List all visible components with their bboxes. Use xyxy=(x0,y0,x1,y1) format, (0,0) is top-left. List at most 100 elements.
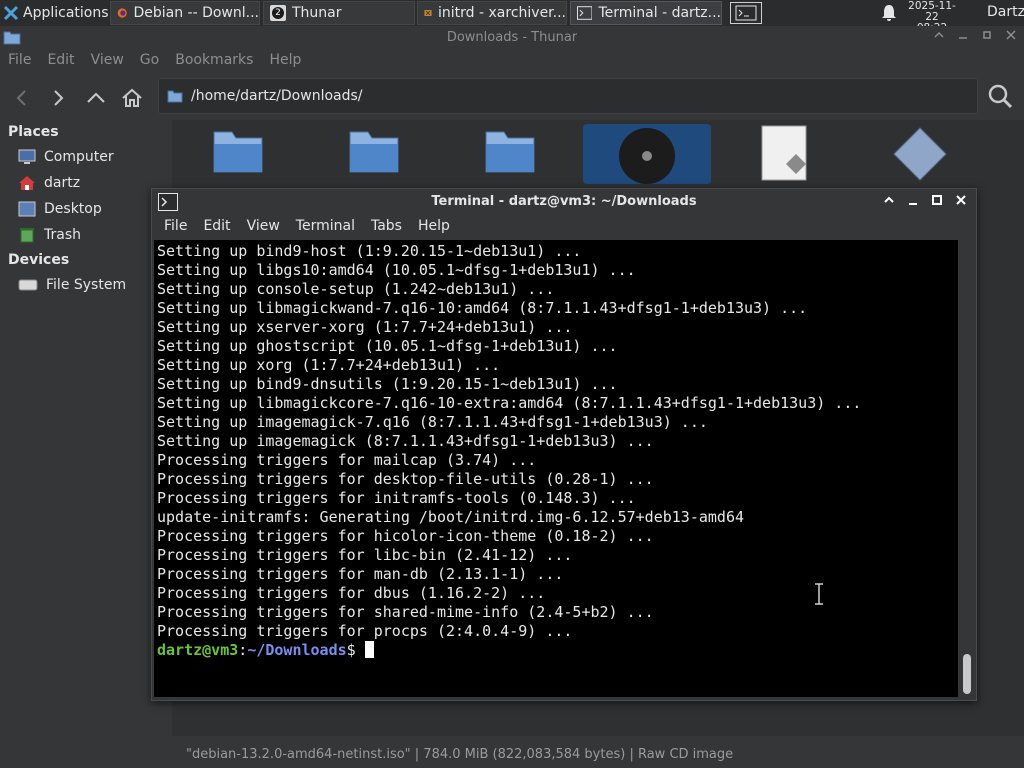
prompt-separator: : xyxy=(238,641,248,659)
task-count-badge: 2 xyxy=(272,7,284,19)
status-bar: "debian-13.2.0-amd64-netinst.iso" | 784.… xyxy=(186,747,734,762)
sidebar-item-trash[interactable]: Trash xyxy=(0,222,170,248)
maximize-icon[interactable] xyxy=(980,28,994,42)
menu-file[interactable]: File xyxy=(0,52,39,74)
home-folder-icon xyxy=(19,176,35,190)
menu-help[interactable]: Help xyxy=(410,218,458,234)
user-menu[interactable]: Dartz xyxy=(987,4,1024,20)
terminal-line: Setting up console-setup (1.242~deb13u1)… xyxy=(157,280,555,298)
terminal-launcher-button[interactable] xyxy=(730,2,762,24)
terminal-scrollbar[interactable] xyxy=(960,240,974,697)
menu-file[interactable]: File xyxy=(156,218,195,234)
close-icon[interactable] xyxy=(954,193,968,207)
terminal-line: Processing triggers for dbus (1.16.2-2) … xyxy=(157,584,546,602)
menu-edit[interactable]: Edit xyxy=(39,52,82,74)
task-xarchiver[interactable]: initrd - xarchiver... xyxy=(417,1,567,25)
terminal-output[interactable]: Setting up bind9-host (1:9.20.15-1~deb13… xyxy=(154,240,958,697)
thunar-titlebar: Downloads - Thunar xyxy=(0,26,1024,50)
applications-menu-button[interactable]: Applications xyxy=(0,0,110,26)
task-label: initrd - xarchiver... xyxy=(438,5,566,21)
forward-button[interactable] xyxy=(44,84,72,112)
home-button[interactable] xyxy=(118,84,146,112)
minimize-icon[interactable] xyxy=(956,28,970,42)
menu-go[interactable]: Go xyxy=(132,52,167,74)
terminal-line: Processing triggers for hicolor-icon-the… xyxy=(157,527,654,545)
drive-icon xyxy=(18,279,38,291)
terminal-line: Processing triggers for man-db (2.13.1-1… xyxy=(157,565,564,583)
file-item[interactable] xyxy=(310,124,438,184)
minimize-icon[interactable] xyxy=(906,193,920,207)
package-file-icon xyxy=(893,127,947,181)
trash-icon xyxy=(20,228,34,243)
sidebar-item-desktop[interactable]: Desktop xyxy=(0,196,170,222)
file-item-selected-iso[interactable] xyxy=(583,124,711,184)
terminal-line: Setting up ghostscript (10.05.1~dfsg-1+d… xyxy=(157,337,618,355)
sidebar: Places Computer dartz Desktop Trash Devi… xyxy=(0,120,170,736)
location-bar[interactable]: /home/dartz/Downloads/ xyxy=(158,78,978,114)
disc-image-icon xyxy=(619,128,675,184)
maximize-icon[interactable] xyxy=(930,193,944,207)
menu-edit[interactable]: Edit xyxy=(195,218,238,234)
folder-icon xyxy=(485,131,535,173)
task-thunar[interactable]: 2 Thunar xyxy=(263,1,415,25)
terminal-line: Processing triggers for initramfs-tools … xyxy=(157,489,636,507)
prompt-path: ~/Downloads xyxy=(247,641,347,659)
terminal-line: Setting up libgs10:amd64 (10.05.1~dfsg-1… xyxy=(157,261,636,279)
terminal-titlebar[interactable]: Terminal - dartz@vm3: ~/Downloads xyxy=(152,189,976,215)
terminal-launcher-icon xyxy=(735,5,757,21)
terminal-window-controls xyxy=(882,193,968,207)
terminal-line: Setting up xserver-xorg (1:7.7+24+deb13u… xyxy=(157,318,573,336)
back-button[interactable] xyxy=(8,84,36,112)
home-icon xyxy=(122,88,142,107)
sidebar-item-dartz[interactable]: dartz xyxy=(0,170,170,196)
sidebar-item-computer[interactable]: Computer xyxy=(0,144,170,170)
file-item[interactable] xyxy=(720,124,848,184)
file-item[interactable] xyxy=(856,124,984,184)
thunar-menubar: File Edit View Go Bookmarks Help xyxy=(0,52,309,74)
task-label: Terminal - dartz... xyxy=(598,5,721,21)
devices-heading: Devices xyxy=(8,252,70,268)
text-cursor xyxy=(364,641,374,658)
sidebar-item-filesystem[interactable]: File System xyxy=(0,272,170,298)
terminal-icon xyxy=(577,6,593,20)
xarchiver-icon xyxy=(424,9,432,17)
chevron-up-icon[interactable] xyxy=(882,193,896,207)
parent-folder-button[interactable] xyxy=(82,84,110,112)
menu-view[interactable]: View xyxy=(83,52,132,74)
chevron-up-icon[interactable] xyxy=(932,28,946,42)
prompt-user: dartz@vm3 xyxy=(157,641,239,659)
menu-terminal[interactable]: Terminal xyxy=(288,218,363,234)
file-item[interactable] xyxy=(446,124,574,184)
terminal-line: Setting up bind9-dnsutils (1:9.20.15-1~d… xyxy=(157,375,618,393)
terminal-window: Terminal - dartz@vm3: ~/Downloads File E… xyxy=(151,188,977,701)
applications-label: Applications xyxy=(23,5,109,21)
firefox-icon xyxy=(117,8,127,18)
scrollbar-thumb[interactable] xyxy=(963,654,971,694)
task-label: Thunar xyxy=(292,5,342,21)
thunar-icon: 2 xyxy=(270,5,286,21)
menu-tabs[interactable]: Tabs xyxy=(363,218,410,234)
terminal-line: Setting up imagemagick (8:7.1.1.43+dfsg1… xyxy=(157,432,654,450)
search-icon[interactable] xyxy=(986,82,1014,110)
chevron-up-icon xyxy=(87,92,105,103)
task-firefox[interactable]: Debian -- Downl... xyxy=(110,1,260,25)
menu-view[interactable]: View xyxy=(239,218,288,234)
taskbar: Applications Debian -- Downl... 2 Thunar… xyxy=(0,0,1024,34)
sidebar-item-label: dartz xyxy=(44,175,81,191)
task-terminal[interactable]: Terminal - dartz... xyxy=(570,1,722,25)
menu-bookmarks[interactable]: Bookmarks xyxy=(167,52,261,74)
mouse-ibeam-cursor-icon xyxy=(815,583,823,605)
task-label: Debian -- Downl... xyxy=(133,5,259,21)
terminal-line: Processing triggers for libc-bin (2.41-1… xyxy=(157,546,573,564)
terminal-line: Setting up libmagickwand-7.q16-10:amd64 … xyxy=(157,299,808,317)
chevron-right-icon xyxy=(54,90,64,106)
sidebar-item-label: Computer xyxy=(44,149,114,165)
desktop-icon xyxy=(18,201,36,217)
close-icon[interactable] xyxy=(1004,28,1018,42)
menu-help[interactable]: Help xyxy=(261,52,309,74)
file-item[interactable] xyxy=(174,124,302,184)
terminal-line: Processing triggers for shared-mime-info… xyxy=(157,603,654,621)
terminal-title: Terminal - dartz@vm3: ~/Downloads xyxy=(431,194,697,209)
notification-bell-icon[interactable] xyxy=(881,4,897,22)
xfce-logo-icon xyxy=(3,5,19,21)
